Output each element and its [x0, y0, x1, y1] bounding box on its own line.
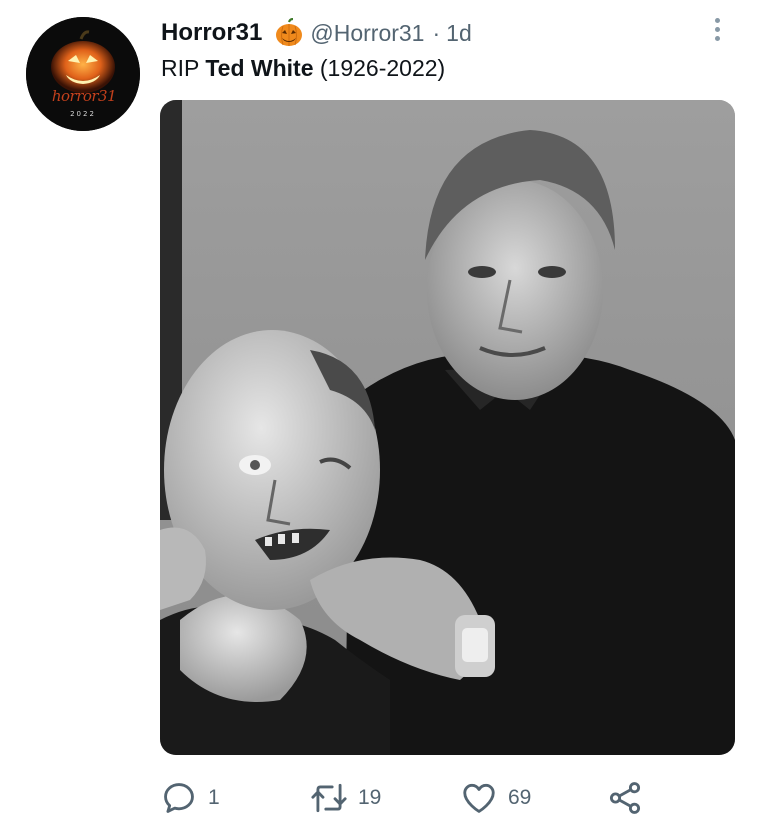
retweet-button[interactable]: 19 [310, 776, 381, 820]
more-dot-icon [714, 17, 720, 23]
timestamp[interactable]: 1d [446, 20, 472, 47]
like-count: 69 [508, 786, 532, 809]
heart-icon [463, 783, 495, 813]
display-name[interactable]: Horror31 [161, 19, 262, 47]
tweet-text-suffix: (1926-2022) [313, 55, 446, 81]
tweet-header: Horror31 @Horror31 · 1d [161, 16, 472, 50]
reply-button[interactable]: 1 [160, 776, 220, 820]
avatar-logo-text: horror31 [51, 87, 117, 105]
user-handle[interactable]: @Horror31 [310, 20, 424, 47]
more-dot-icon [714, 35, 720, 41]
more-dot-icon [714, 26, 720, 32]
avatar-logo-year: 2022 [70, 110, 96, 118]
tweet-actions: 1 19 69 [160, 776, 660, 820]
photo-image [160, 100, 735, 755]
like-button[interactable]: 69 [460, 776, 531, 820]
retweet-count: 19 [358, 786, 382, 809]
share-button[interactable] [606, 776, 644, 820]
tweet-text: RIP Ted White (1926-2022) [161, 55, 445, 82]
separator-dot: · [432, 19, 441, 46]
tweet-text-prefix: RIP [161, 55, 206, 81]
share-icon [609, 782, 641, 814]
avatar[interactable]: horror31 2022 [26, 17, 140, 131]
reply-count: 1 [208, 786, 220, 809]
more-options-button[interactable] [706, 14, 728, 44]
jack-o-lantern-icon [274, 18, 304, 48]
retweet-icon [311, 783, 347, 813]
tweet-media-photo[interactable] [160, 100, 735, 755]
tweet-text-bold: Ted White [205, 55, 314, 81]
tweet[interactable]: horror31 2022 Horror31 @Horror31 · 1d RI [0, 0, 760, 823]
reply-icon [164, 783, 194, 813]
